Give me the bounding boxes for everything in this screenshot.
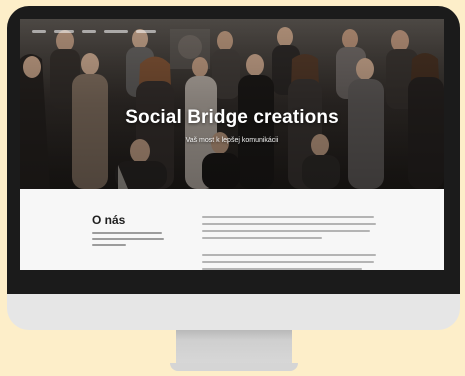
desktop-mockup: Social Bridge creations Vaš most k lepše…	[0, 0, 465, 376]
text-line	[92, 238, 164, 240]
monitor-stand-foot	[170, 363, 298, 371]
text-line	[202, 261, 374, 263]
about-body-text	[202, 216, 377, 270]
hero-section: Social Bridge creations Vaš most k lepše…	[20, 19, 444, 189]
nav-link[interactable]	[32, 29, 46, 33]
hero-subtitle: Vaš most k lepšej komunikácii	[185, 137, 279, 144]
text-line	[202, 223, 376, 225]
text-line	[202, 254, 376, 256]
text-line	[202, 230, 370, 232]
text-line	[202, 216, 374, 218]
text-line	[202, 268, 362, 270]
about-lead-text	[92, 232, 164, 246]
hero-group-photo	[20, 19, 444, 189]
monitor-screen: Social Bridge creations Vaš most k lepše…	[20, 19, 444, 270]
nav-link[interactable]	[104, 29, 128, 33]
text-line	[202, 237, 322, 239]
text-line	[92, 244, 126, 246]
hero-title: Social Bridge creations	[125, 107, 339, 128]
about-heading: O nás	[92, 213, 126, 227]
monitor-stand	[176, 330, 292, 364]
nav-link[interactable]	[54, 29, 74, 33]
top-navigation	[32, 26, 156, 36]
text-line	[92, 232, 162, 234]
nav-link[interactable]	[136, 29, 156, 33]
nav-link[interactable]	[82, 29, 96, 33]
about-section: O nás	[20, 189, 444, 270]
